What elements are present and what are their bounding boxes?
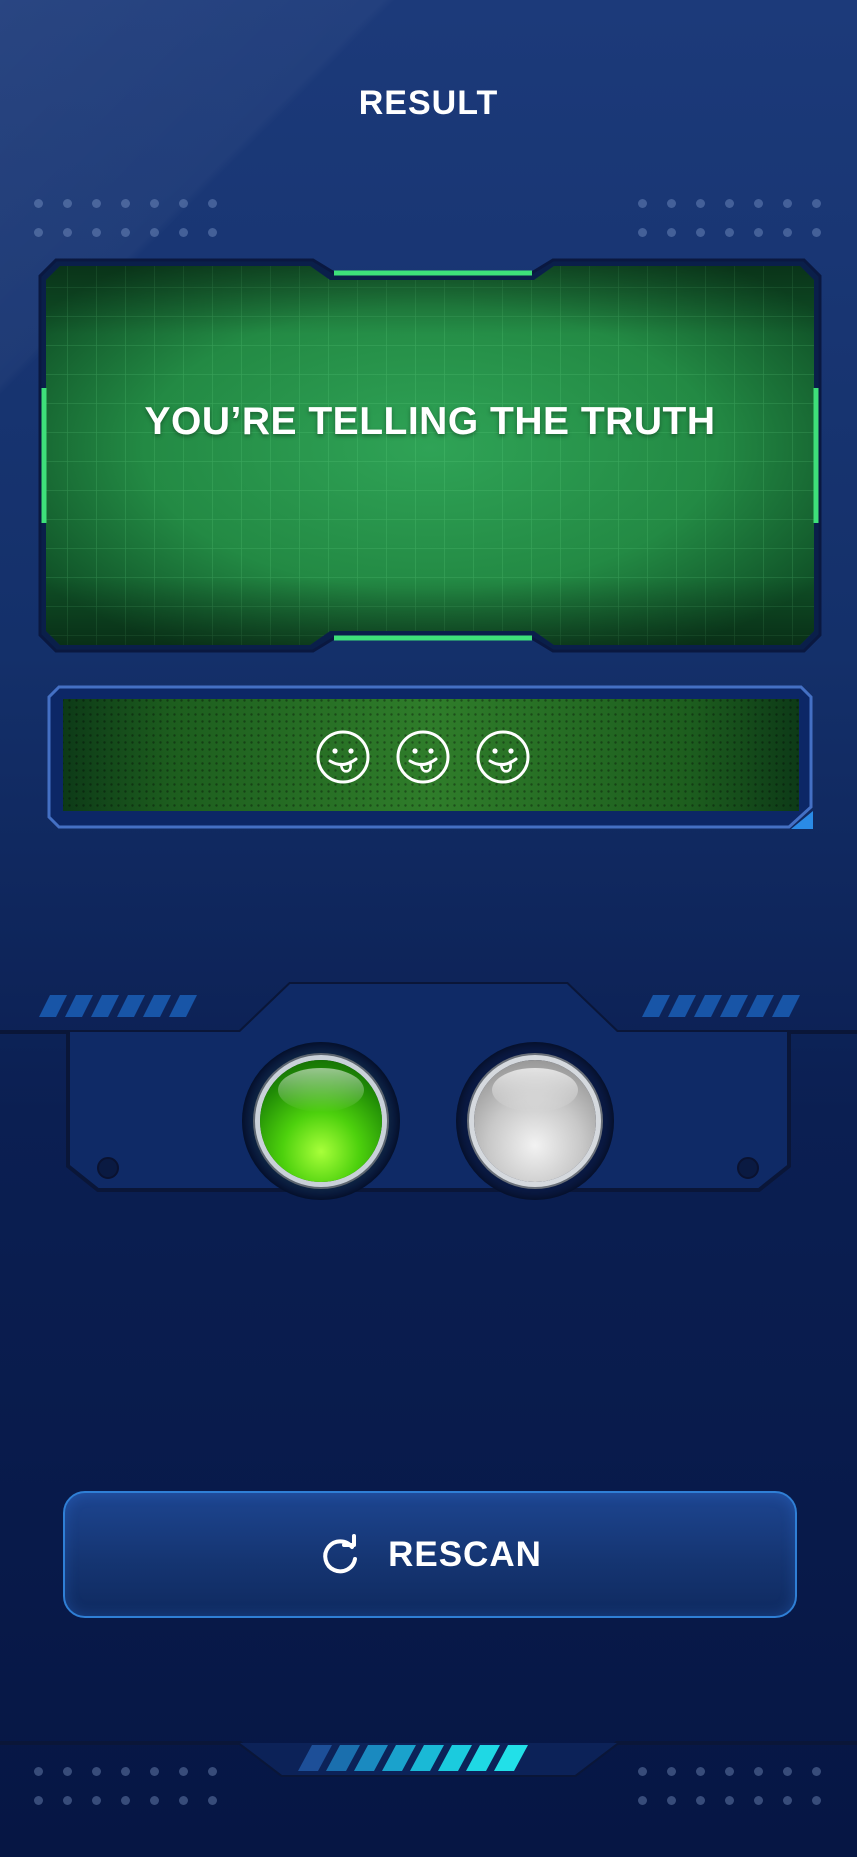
decor-dots-top-left <box>34 199 218 237</box>
decor-dots-bottom-right <box>638 1767 822 1805</box>
rescan-label: RESCAN <box>388 1534 542 1574</box>
truth-light-bulb <box>260 1060 382 1182</box>
tongue-out-face-icon <box>396 730 450 784</box>
refresh-icon <box>323 1533 358 1573</box>
tongue-out-face-icon <box>476 730 530 784</box>
lie-light <box>456 1042 614 1200</box>
console-frame <box>0 982 857 1192</box>
tongue-out-face-icon <box>316 730 370 784</box>
emoji-faces <box>315 729 531 785</box>
page-title: RESULT <box>358 84 499 122</box>
result-panel-frame <box>38 258 822 653</box>
emoji-indicator-bar <box>45 683 815 831</box>
decor-dots-bottom-left <box>34 1767 218 1805</box>
result-panel: YOU’RE TELLING THE TRUTH <box>38 258 822 653</box>
decor-dots-top-right <box>638 199 822 237</box>
truth-light <box>242 1042 400 1200</box>
indicator-console <box>0 980 857 1220</box>
footer-decor <box>0 1735 857 1857</box>
result-message: YOU’RE TELLING THE TRUTH <box>144 400 716 443</box>
lie-light-bulb <box>474 1060 596 1182</box>
rescan-button[interactable]: RESCAN <box>63 1491 797 1618</box>
